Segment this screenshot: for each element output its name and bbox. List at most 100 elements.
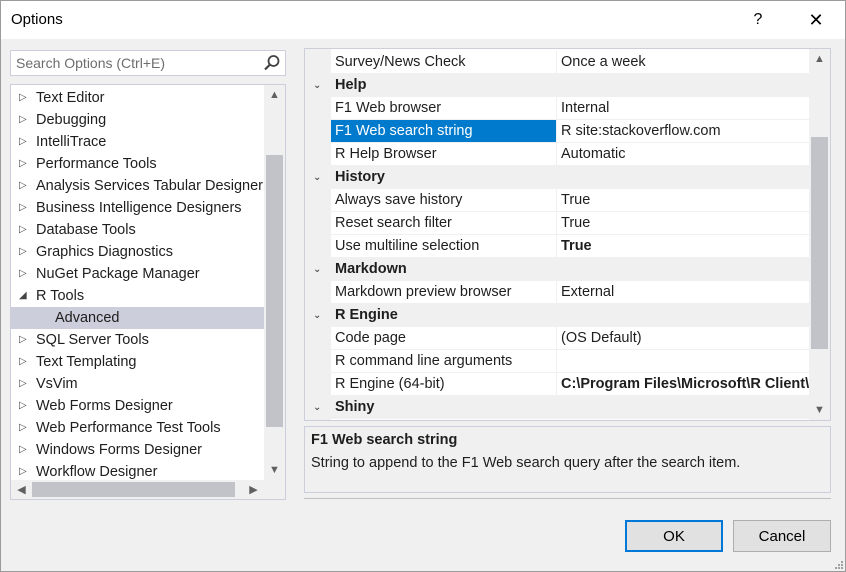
tree-item[interactable]: ▷ Graphics Diagnostics bbox=[11, 241, 264, 263]
tree-vertical-scrollbar[interactable]: ▲ ▼ bbox=[264, 85, 285, 480]
property-value[interactable] bbox=[556, 350, 809, 372]
expand-arrow-icon[interactable]: ▷ bbox=[19, 329, 31, 351]
category-label: Markdown bbox=[335, 261, 407, 277]
grid-scroll-thumb[interactable] bbox=[811, 137, 828, 349]
property-value[interactable]: True bbox=[556, 235, 809, 257]
property-row[interactable]: R Help Browser Automatic bbox=[305, 143, 809, 166]
expand-arrow-icon[interactable]: ▷ bbox=[19, 87, 31, 109]
tree-item[interactable]: Advanced bbox=[11, 307, 264, 329]
property-name[interactable]: F1 Web browser bbox=[331, 97, 556, 119]
property-name[interactable]: Survey/News Check bbox=[331, 51, 556, 73]
property-row[interactable]: F1 Web browser Internal bbox=[305, 97, 809, 120]
category-row[interactable]: ⌄ History bbox=[305, 166, 809, 189]
tree-item[interactable]: ▷ Text Templating bbox=[11, 351, 264, 373]
property-value[interactable]: C:\Program Files\Microsoft\R Client\R_SE… bbox=[556, 373, 809, 395]
scroll-left-icon[interactable]: ◀ bbox=[11, 480, 32, 499]
property-value[interactable]: True bbox=[556, 212, 809, 234]
collapse-chevron-icon[interactable]: ⌄ bbox=[313, 74, 321, 97]
property-row[interactable]: R Engine (64-bit) C:\Program Files\Micros… bbox=[305, 373, 809, 396]
window-title: Options bbox=[11, 11, 63, 28]
property-name[interactable]: Always save history bbox=[331, 189, 556, 211]
expand-arrow-icon[interactable]: ▷ bbox=[19, 131, 31, 153]
property-value[interactable]: External bbox=[556, 281, 809, 303]
scroll-up-icon[interactable]: ▲ bbox=[809, 49, 830, 69]
property-value[interactable]: Internal bbox=[556, 97, 809, 119]
property-row[interactable]: Reset search filter True bbox=[305, 212, 809, 235]
tree-item[interactable]: ▷ Database Tools bbox=[11, 219, 264, 241]
property-value[interactable]: True bbox=[556, 189, 809, 211]
expand-arrow-icon[interactable]: ▷ bbox=[19, 175, 31, 197]
expand-arrow-icon[interactable]: ▷ bbox=[19, 153, 31, 175]
help-button[interactable]: ? bbox=[735, 1, 781, 39]
category-label: History bbox=[335, 169, 385, 185]
tree-item[interactable]: ▷ Analysis Services Tabular Designer bbox=[11, 175, 264, 197]
grid-vertical-scrollbar[interactable]: ▲ ▼ bbox=[809, 49, 830, 420]
property-name[interactable]: Markdown preview browser bbox=[331, 281, 556, 303]
category-row[interactable]: ⌄ R Engine bbox=[305, 304, 809, 327]
collapse-arrow-icon[interactable]: ◢ bbox=[19, 285, 31, 307]
property-name[interactable]: Use multiline selection bbox=[331, 235, 556, 257]
scroll-down-icon[interactable]: ▼ bbox=[264, 460, 285, 480]
options-dialog: Options ? ✕ ▷ Text Editor ▷ Debugging ▷ Intel… bbox=[0, 0, 846, 572]
property-value[interactable]: R site:stackoverflow.com bbox=[556, 120, 809, 142]
expand-arrow-icon[interactable]: ▷ bbox=[19, 263, 31, 285]
search-options-input[interactable] bbox=[11, 51, 259, 75]
property-row[interactable]: Use multiline selection True bbox=[305, 235, 809, 258]
tree-item[interactable]: ▷ Text Editor bbox=[11, 87, 264, 109]
tree-hscroll-thumb[interactable] bbox=[32, 482, 235, 497]
collapse-chevron-icon[interactable]: ⌄ bbox=[313, 396, 321, 419]
scroll-right-icon[interactable]: ▶ bbox=[243, 480, 264, 499]
tree-horizontal-scrollbar[interactable]: ◀ ▶ bbox=[11, 480, 264, 499]
property-row[interactable]: Always save history True bbox=[305, 189, 809, 212]
scroll-up-icon[interactable]: ▲ bbox=[264, 85, 285, 105]
scroll-down-icon[interactable]: ▼ bbox=[809, 400, 830, 420]
category-row[interactable]: ⌄ Shiny bbox=[305, 396, 809, 419]
property-row[interactable]: Markdown preview browser External bbox=[305, 281, 809, 304]
tree-item[interactable]: ▷ Web Performance Test Tools bbox=[11, 417, 264, 439]
property-value[interactable]: (OS Default) bbox=[556, 327, 809, 349]
category-row[interactable]: ⌄ Markdown bbox=[305, 258, 809, 281]
property-name[interactable]: R command line arguments bbox=[331, 350, 556, 372]
property-row[interactable]: F1 Web search string R site:stackoverflow… bbox=[305, 120, 809, 143]
tree-item[interactable]: ▷ Business Intelligence Designers bbox=[11, 197, 264, 219]
tree-item[interactable]: ▷ SQL Server Tools bbox=[11, 329, 264, 351]
search-icon[interactable] bbox=[263, 54, 281, 72]
category-row[interactable]: ⌄ Help bbox=[305, 74, 809, 97]
tree-item[interactable]: ▷ Windows Forms Designer bbox=[11, 439, 264, 461]
property-row[interactable]: R command line arguments bbox=[305, 350, 809, 373]
collapse-chevron-icon[interactable]: ⌄ bbox=[313, 166, 321, 189]
expand-arrow-icon[interactable]: ▷ bbox=[19, 395, 31, 417]
resize-grip-icon[interactable] bbox=[832, 558, 844, 570]
property-row[interactable]: Survey/News Check Once a week bbox=[305, 51, 809, 74]
collapse-chevron-icon[interactable]: ⌄ bbox=[313, 304, 321, 327]
expand-arrow-icon[interactable]: ▷ bbox=[19, 109, 31, 131]
tree-scroll-thumb[interactable] bbox=[266, 155, 283, 427]
property-name[interactable]: Code page bbox=[331, 327, 556, 349]
ok-button[interactable]: OK bbox=[625, 520, 723, 552]
tree-item[interactable]: ▷ Web Forms Designer bbox=[11, 395, 264, 417]
expand-arrow-icon[interactable]: ▷ bbox=[19, 373, 31, 395]
close-button[interactable]: ✕ bbox=[793, 1, 839, 39]
description-title: F1 Web search string bbox=[311, 432, 458, 448]
collapse-chevron-icon[interactable]: ⌄ bbox=[313, 258, 321, 281]
expand-arrow-icon[interactable]: ▷ bbox=[19, 197, 31, 219]
property-value[interactable]: Automatic bbox=[556, 143, 809, 165]
expand-arrow-icon[interactable]: ▷ bbox=[19, 417, 31, 439]
tree-item[interactable]: ▷ VsVim bbox=[11, 373, 264, 395]
tree-item[interactable]: ▷ NuGet Package Manager bbox=[11, 263, 264, 285]
expand-arrow-icon[interactable]: ▷ bbox=[19, 241, 31, 263]
property-name[interactable]: F1 Web search string bbox=[331, 120, 556, 142]
property-name[interactable]: Reset search filter bbox=[331, 212, 556, 234]
cancel-button[interactable]: Cancel bbox=[733, 520, 831, 552]
expand-arrow-icon[interactable]: ▷ bbox=[19, 351, 31, 373]
property-value[interactable]: Once a week bbox=[556, 51, 809, 73]
expand-arrow-icon[interactable]: ▷ bbox=[19, 219, 31, 241]
property-name[interactable]: R Engine (64-bit) bbox=[331, 373, 556, 395]
property-name[interactable]: R Help Browser bbox=[331, 143, 556, 165]
tree-item[interactable]: ▷ Performance Tools bbox=[11, 153, 264, 175]
property-row[interactable]: Code page (OS Default) bbox=[305, 327, 809, 350]
tree-item[interactable]: ▷ Debugging bbox=[11, 109, 264, 131]
tree-item[interactable]: ◢ R Tools bbox=[11, 285, 264, 307]
expand-arrow-icon[interactable]: ▷ bbox=[19, 439, 31, 461]
tree-item[interactable]: ▷ IntelliTrace bbox=[11, 131, 264, 153]
